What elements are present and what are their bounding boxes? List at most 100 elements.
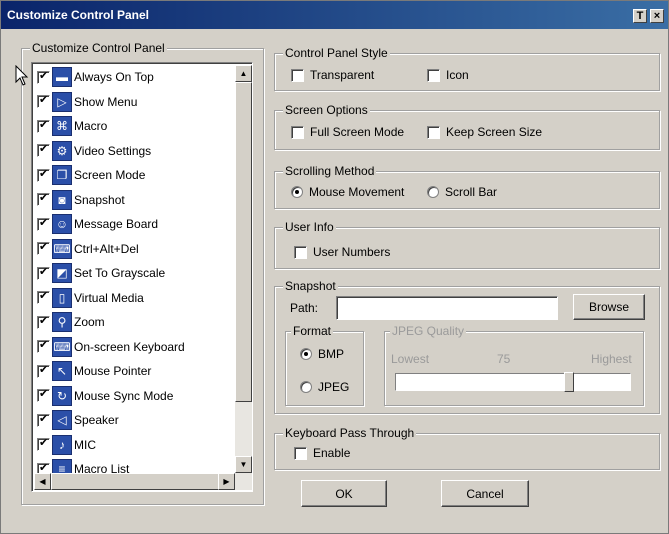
list-item-checkbox[interactable]: [37, 240, 50, 256]
path-input[interactable]: [336, 296, 558, 320]
list-item[interactable]: ⌘Macro: [34, 114, 234, 139]
user-info-group: User Info User Numbers: [274, 220, 660, 269]
control-panel-style-legend: Control Panel Style: [283, 46, 390, 60]
magnifier-icon: ⚲: [52, 312, 72, 333]
close-button[interactable]: ×: [650, 9, 664, 23]
list-item-label: Mouse Pointer: [74, 364, 152, 379]
help-button[interactable]: T: [633, 9, 647, 23]
bmp-label: BMP: [318, 347, 345, 361]
onscreen-keyboard-icon: ⌨: [52, 336, 72, 357]
list-item[interactable]: ☺Message Board: [34, 212, 234, 237]
quality-value-label: 75: [497, 352, 511, 366]
list-item[interactable]: ◙Snapshot: [34, 188, 234, 213]
user-numbers-checkbox[interactable]: [294, 245, 307, 259]
transparent-option[interactable]: Transparent: [291, 68, 374, 82]
list-item-checkbox[interactable]: [37, 314, 50, 329]
list-item-label: Virtual Media: [74, 290, 144, 305]
scroll-bar-radio[interactable]: [427, 186, 439, 198]
list-item[interactable]: ◩Set To Grayscale: [34, 261, 234, 286]
transparent-label: Transparent: [310, 68, 375, 82]
list-item-label: MIC: [74, 437, 96, 452]
pin-icon: ▬: [52, 67, 72, 88]
scroll-left-button[interactable]: ◀: [34, 473, 51, 490]
jpeg-radio[interactable]: [300, 381, 312, 393]
arrow-right-icon: ▶: [223, 477, 230, 486]
list-item-checkbox[interactable]: [37, 363, 50, 378]
list-item-checkbox[interactable]: [37, 142, 50, 158]
vertical-scrollbar[interactable]: ▲ ▼: [235, 65, 252, 473]
scroll-bar-option[interactable]: Scroll Bar: [427, 185, 497, 199]
list-item[interactable]: ▯Virtual Media: [34, 286, 234, 311]
icon-option[interactable]: Icon: [427, 68, 469, 82]
list-item[interactable]: ❐Screen Mode: [34, 163, 234, 188]
format-legend: Format: [291, 324, 334, 338]
feature-list: ▬Always On Top▷Show Menu⌘Macro⚙Video Set…: [34, 65, 234, 482]
horizontal-scroll-thumb[interactable]: [51, 473, 221, 490]
path-label: Path:: [290, 301, 319, 315]
keep-screen-size-checkbox[interactable]: [427, 125, 440, 139]
list-item-checkbox[interactable]: [37, 118, 50, 133]
list-item[interactable]: ⚲Zoom: [34, 310, 234, 335]
keep-screen-size-option[interactable]: Keep Screen Size: [427, 125, 542, 139]
icon-label: Icon: [446, 68, 469, 82]
list-item[interactable]: ⚙Video Settings: [34, 139, 234, 164]
list-item-label: Message Board: [74, 217, 159, 232]
ok-button[interactable]: OK: [301, 480, 387, 507]
microphone-icon: ♪: [52, 434, 72, 455]
list-item[interactable]: ▬Always On Top: [34, 65, 234, 90]
list-item-label: Screen Mode: [74, 168, 146, 183]
list-item-label: Zoom: [74, 315, 105, 330]
snapshot-legend: Snapshot: [283, 279, 338, 293]
list-item-checkbox[interactable]: [37, 191, 50, 207]
bmp-option[interactable]: BMP: [300, 347, 344, 361]
scroll-up-button[interactable]: ▲: [235, 65, 252, 82]
control-panel-style-group: Control Panel Style Transparent Icon: [274, 46, 660, 91]
arrow-down-icon: ▼: [239, 460, 248, 469]
cancel-button[interactable]: Cancel: [441, 480, 529, 507]
message-board-icon: ☺: [52, 214, 72, 235]
list-item-checkbox[interactable]: [37, 338, 50, 354]
list-item[interactable]: ♪MIC: [34, 433, 234, 458]
list-item-checkbox[interactable]: [37, 216, 50, 231]
list-item[interactable]: ↻Mouse Sync Mode: [34, 384, 234, 409]
list-item[interactable]: ▷Show Menu: [34, 90, 234, 115]
scroll-right-button[interactable]: ▶: [218, 473, 235, 490]
grayscale-icon: ◩: [52, 263, 72, 284]
user-numbers-option[interactable]: User Numbers: [294, 245, 390, 259]
jpeg-option[interactable]: JPEG: [300, 380, 349, 394]
list-item-checkbox[interactable]: [37, 93, 50, 109]
customize-control-panel-dialog: Customize Control Panel T × Customize Co…: [0, 0, 669, 534]
list-item-checkbox[interactable]: [37, 387, 50, 403]
bmp-radio[interactable]: [300, 348, 312, 360]
keyboard-keys-icon: ⌨: [52, 238, 72, 259]
list-item-label: Set To Grayscale: [74, 266, 166, 281]
mouse-pointer-icon: ↖: [52, 361, 72, 382]
transparent-checkbox[interactable]: [291, 68, 304, 82]
list-item[interactable]: ↖Mouse Pointer: [34, 359, 234, 384]
mouse-movement-option[interactable]: Mouse Movement: [291, 185, 404, 199]
browse-button[interactable]: Browse: [573, 294, 645, 320]
scroll-down-button[interactable]: ▼: [235, 456, 252, 473]
list-item-checkbox[interactable]: [37, 412, 50, 427]
list-item[interactable]: ⌨On-screen Keyboard: [34, 335, 234, 360]
jpeg-quality-slider-thumb[interactable]: [564, 372, 574, 392]
arrow-left-icon: ◀: [39, 477, 46, 486]
list-item-checkbox[interactable]: [37, 167, 50, 182]
enable-option[interactable]: Enable: [294, 446, 350, 460]
format-group: Format BMP JPEG: [285, 324, 364, 406]
feature-listbox[interactable]: ▬Always On Top▷Show Menu⌘Macro⚙Video Set…: [31, 62, 253, 492]
full-screen-checkbox[interactable]: [291, 125, 304, 139]
jpeg-quality-slider[interactable]: [395, 372, 631, 392]
list-item-checkbox[interactable]: [37, 436, 50, 452]
horizontal-scrollbar[interactable]: ◀ ▶: [34, 473, 252, 490]
mouse-movement-radio[interactable]: [291, 186, 303, 198]
icon-checkbox[interactable]: [427, 68, 440, 82]
list-item-checkbox[interactable]: [37, 289, 50, 305]
list-item[interactable]: ⌨Ctrl+Alt+Del: [34, 237, 234, 262]
list-item[interactable]: ◁Speaker: [34, 408, 234, 433]
list-item-checkbox[interactable]: [37, 265, 50, 280]
vertical-scroll-thumb[interactable]: [235, 82, 252, 402]
enable-checkbox[interactable]: [294, 446, 307, 460]
list-item-checkbox[interactable]: [37, 69, 50, 84]
full-screen-option[interactable]: Full Screen Mode: [291, 125, 404, 139]
